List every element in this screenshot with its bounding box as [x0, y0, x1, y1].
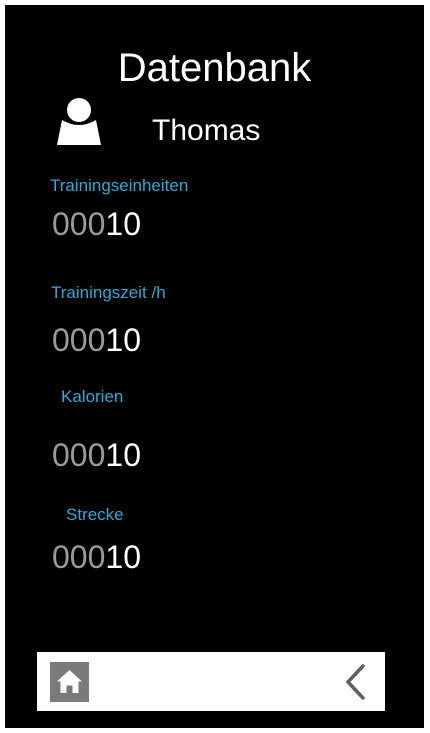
stat-value-number: 10	[105, 437, 141, 473]
stat-value-leading-zeros: 000	[52, 437, 106, 473]
user-name: Thomas	[152, 114, 261, 147]
home-icon	[57, 670, 82, 693]
app-screen: Datenbank Thomas Trainingseinheiten 0001…	[5, 5, 424, 728]
user-icon	[57, 97, 101, 145]
stat-label-kalorien: Kalorien	[61, 387, 124, 406]
stat-value-kalorien: 00010	[52, 437, 141, 473]
stat-value-trainingseinheiten: 00010	[52, 206, 141, 242]
stat-value-number: 10	[105, 206, 141, 242]
stat-value-number: 10	[105, 539, 141, 575]
stat-label-strecke: Strecke	[66, 505, 124, 524]
stat-value-strecke: 00010	[52, 539, 141, 575]
stat-value-trainingszeit: 00010	[52, 322, 141, 358]
stat-value-leading-zeros: 000	[52, 322, 106, 358]
chevron-left-icon	[346, 664, 365, 700]
stat-label-trainingseinheiten: Trainingseinheiten	[50, 176, 189, 195]
stat-value-number: 10	[105, 322, 141, 358]
back-button[interactable]	[342, 663, 370, 701]
stat-value-leading-zeros: 000	[52, 206, 106, 242]
stat-label-trainingszeit: Trainingszeit /h	[51, 283, 166, 302]
page-title: Datenbank	[117, 46, 312, 90]
home-button[interactable]	[50, 662, 89, 702]
stat-value-leading-zeros: 000	[52, 539, 106, 575]
bottom-nav-bar	[37, 652, 385, 711]
